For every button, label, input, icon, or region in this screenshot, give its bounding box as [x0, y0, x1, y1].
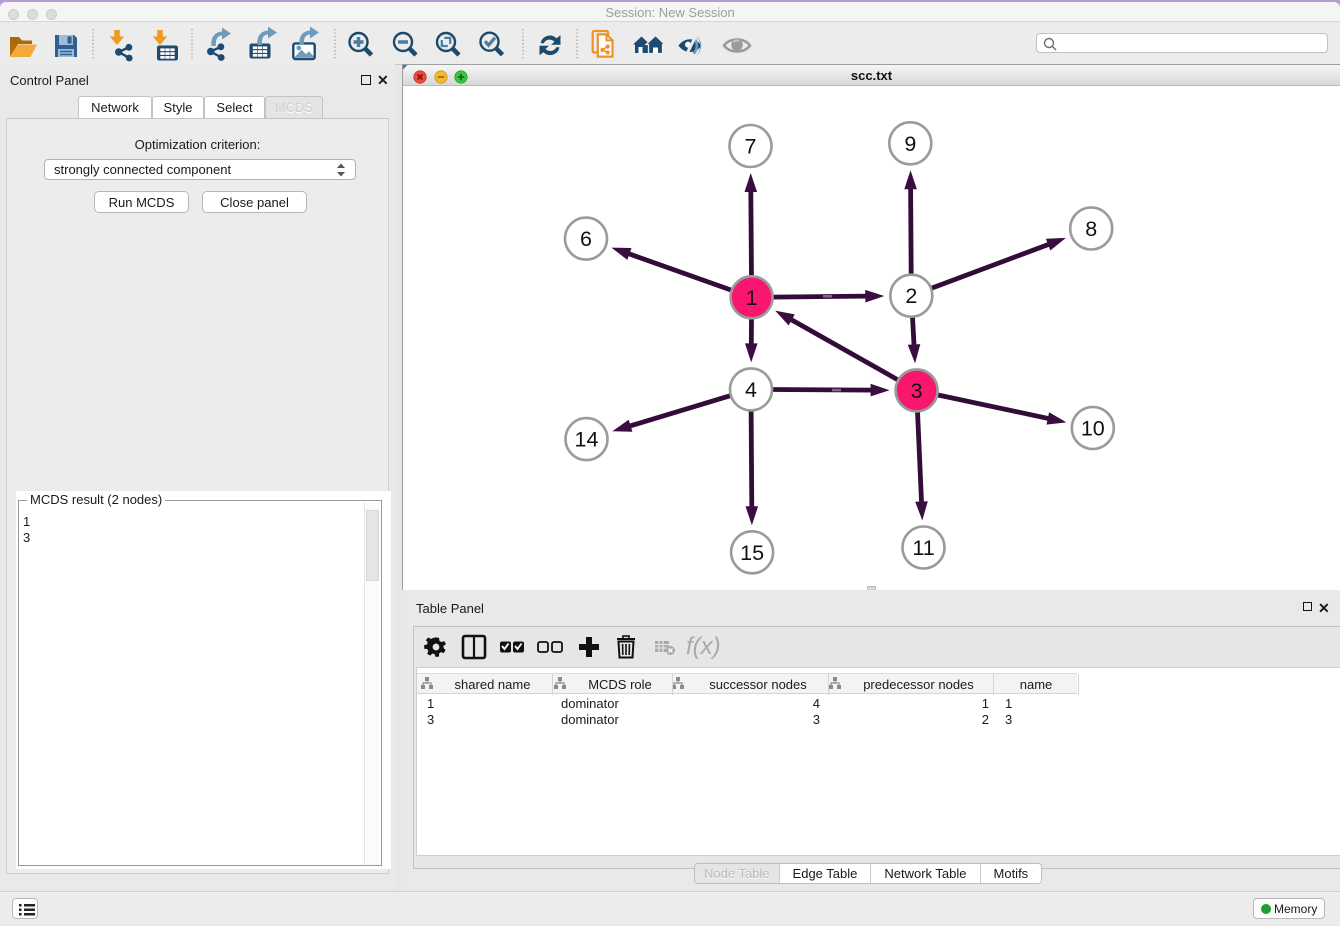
svg-text:11: 11 [912, 536, 934, 560]
svg-text:7: 7 [745, 135, 757, 159]
svg-text:4: 4 [745, 378, 757, 402]
svg-text:f(x): f(x) [686, 633, 721, 660]
svg-text:1: 1 [746, 286, 758, 310]
svg-text:10: 10 [1081, 417, 1105, 441]
svg-text:14: 14 [575, 428, 599, 452]
svg-text:2: 2 [905, 284, 917, 308]
svg-text:3: 3 [911, 379, 923, 403]
svg-text:8: 8 [1085, 217, 1097, 241]
svg-text:15: 15 [740, 541, 764, 565]
svg-text:9: 9 [904, 132, 916, 156]
svg-text:6: 6 [580, 227, 592, 251]
